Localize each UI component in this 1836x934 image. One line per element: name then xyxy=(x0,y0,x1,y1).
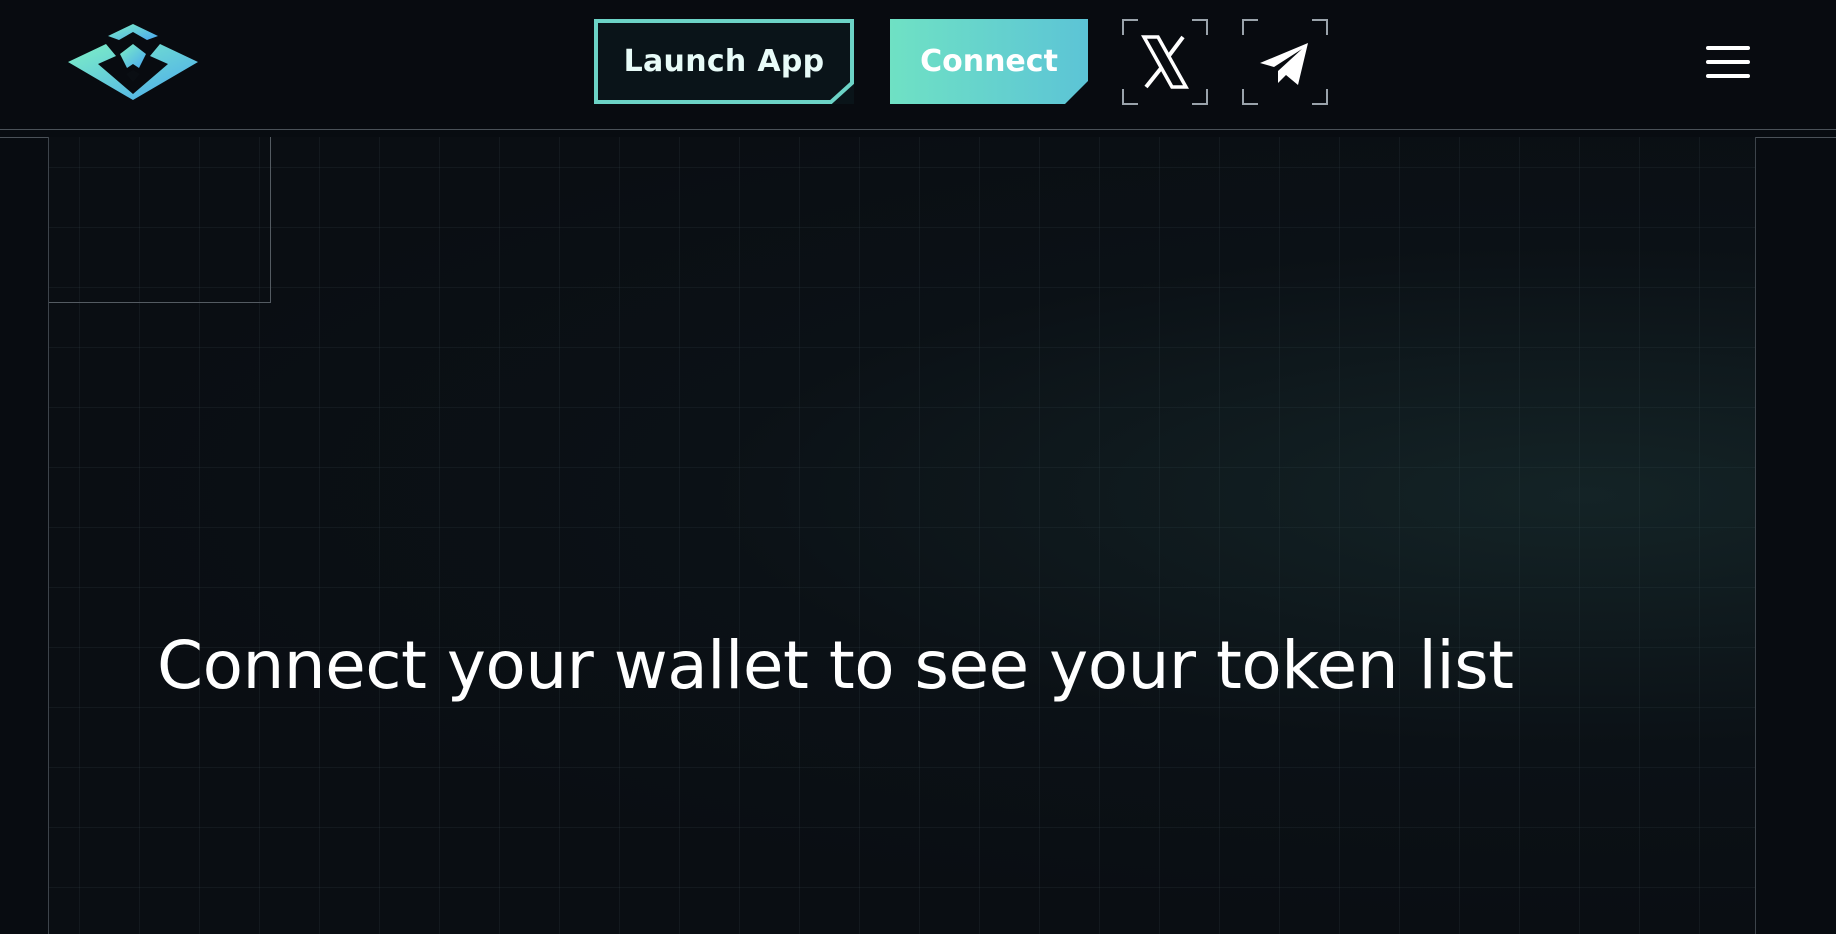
page: Launch App Connect Connect your wallet t… xyxy=(0,0,1836,934)
connect-button[interactable]: Connect xyxy=(890,19,1088,104)
launch-app-label: Launch App xyxy=(623,44,825,79)
telegram-link[interactable] xyxy=(1242,19,1328,105)
header-divider xyxy=(0,129,1836,130)
token-list-panel: Connect your wallet to see your token li… xyxy=(48,137,1756,934)
top-navbar: Launch App Connect xyxy=(0,0,1836,129)
launch-app-button[interactable]: Launch App xyxy=(594,19,854,104)
connect-label: Connect xyxy=(920,44,1058,79)
decorative-corner-frame xyxy=(49,137,271,303)
brand-logo-icon[interactable] xyxy=(68,24,198,100)
x-twitter-icon xyxy=(1122,19,1208,105)
connect-wallet-message: Connect your wallet to see your token li… xyxy=(157,627,1514,704)
telegram-icon xyxy=(1242,19,1328,105)
x-twitter-link[interactable] xyxy=(1122,19,1208,105)
hamburger-menu-icon[interactable] xyxy=(1704,42,1752,82)
